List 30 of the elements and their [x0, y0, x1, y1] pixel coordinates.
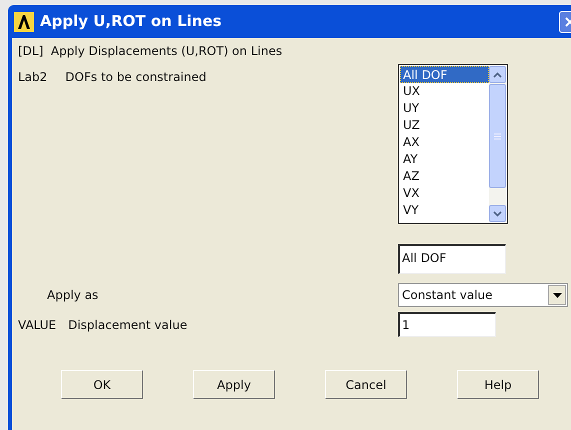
apply-as-label: Apply as	[47, 288, 98, 302]
list-item[interactable]: AY	[400, 151, 489, 168]
list-item[interactable]: AX	[400, 134, 489, 151]
list-item[interactable]: All DOF	[400, 66, 489, 83]
app-logo-icon	[14, 12, 34, 32]
list-item[interactable]: UX	[400, 83, 489, 100]
parameter-code: VALUE	[18, 316, 56, 334]
command-description: [DL] Apply Displacements (U,ROT) on Lines	[18, 43, 282, 60]
scroll-thumb[interactable]	[489, 84, 506, 188]
window-title: Apply U,ROT on Lines	[40, 11, 222, 32]
dialog-button[interactable]: Apply	[193, 370, 275, 399]
list-item[interactable]: AZ	[400, 168, 489, 185]
scroll-down-button[interactable]	[489, 205, 506, 222]
scroll-up-button[interactable]	[489, 66, 506, 83]
apply-as-dropdown[interactable]: Constant value	[398, 283, 568, 307]
list-item[interactable]: UZ	[400, 117, 489, 134]
parameter-label: DOFs to be constrained	[65, 69, 206, 86]
grip-icon	[494, 132, 501, 140]
dialog-button[interactable]: Cancel	[325, 370, 407, 399]
dialog-button[interactable]: Help	[457, 370, 539, 399]
value-field[interactable]: 1	[398, 312, 496, 337]
selection-field[interactable]: All DOF	[398, 244, 506, 274]
dof-listbox[interactable]: All DOF UX UY UZ AX AY AZ VX VY	[398, 64, 508, 224]
parameter-code: Lab2	[18, 69, 48, 86]
list-item[interactable]: UY	[400, 100, 489, 117]
list-item[interactable]: VX	[400, 185, 489, 202]
parameter-label: Displacement value	[68, 316, 188, 334]
scrollbar[interactable]	[489, 66, 506, 222]
dialog-button[interactable]: OK	[61, 370, 143, 399]
list-item[interactable]: VY	[400, 202, 489, 219]
